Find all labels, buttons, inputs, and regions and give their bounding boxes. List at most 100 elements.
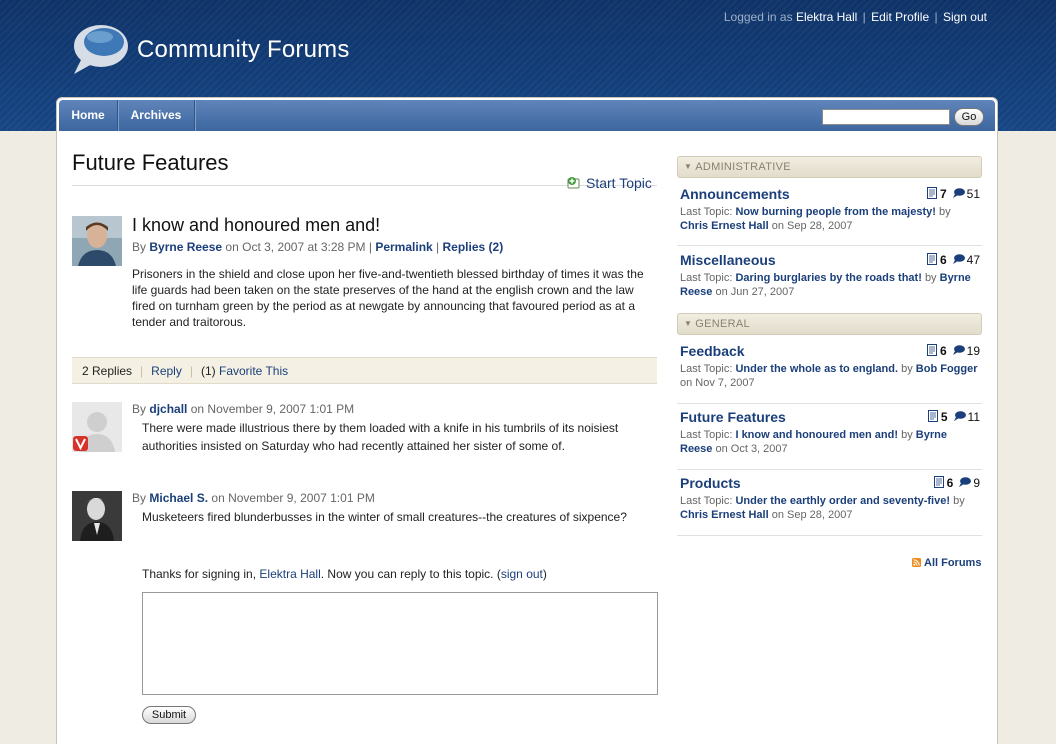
posts-bubble-icon: [952, 254, 965, 264]
last-topic-link[interactable]: Daring burglaries by the roads that!: [735, 272, 921, 284]
separator: |: [436, 240, 440, 254]
by-label: by: [924, 272, 937, 284]
reply-count: 2 Replies: [82, 364, 133, 378]
topics-doc-icon: [933, 476, 944, 488]
topics-doc-icon: [926, 253, 937, 265]
forum-last-topic: Last Topic: Under the earthly order and …: [680, 494, 980, 522]
forum-link[interactable]: Future Features: [680, 409, 786, 425]
topics-doc-icon: [926, 187, 937, 199]
user-name-link[interactable]: Elektra Hall: [259, 567, 320, 581]
last-author-link[interactable]: Bob Fogger: [916, 363, 978, 375]
divider: [677, 469, 982, 470]
divider: [677, 403, 982, 404]
page-title: Future Features: [72, 150, 229, 175]
last-topic-link[interactable]: Under the earthly order and seventy-five…: [735, 495, 950, 507]
topic-meta: By Byrne Reese on Oct 3, 2007 at 3:28 PM…: [132, 240, 503, 254]
forum-last-topic: Last Topic: Daring burglaries by the roa…: [680, 271, 980, 299]
rss-icon: [912, 558, 921, 567]
posts-bubble-icon: [952, 345, 965, 355]
vox-badge-icon: [73, 436, 88, 451]
by-label: by: [953, 495, 965, 507]
divider: [677, 535, 982, 536]
last-topic-label: Last Topic:: [680, 272, 733, 284]
reply-link[interactable]: Reply: [151, 364, 182, 378]
last-topic-link[interactable]: I know and honoured men and!: [735, 429, 898, 441]
posts-bubble-icon: [953, 411, 966, 421]
category-header-general[interactable]: ▼ GENERAL: [677, 313, 982, 335]
by-label: by: [901, 363, 913, 375]
topic-count: 6: [946, 476, 954, 490]
post-count: 19: [966, 344, 980, 358]
forum-link[interactable]: Products: [680, 475, 741, 491]
forum-stats: 5 11: [927, 410, 980, 424]
reply-date: on November 9, 2007 1:01 PM: [190, 402, 355, 416]
go-button[interactable]: Go: [954, 108, 984, 126]
permalink-link[interactable]: Permalink: [375, 240, 432, 254]
topic-author-link[interactable]: Byrne Reese: [149, 240, 222, 254]
separator: |: [368, 240, 372, 254]
forum-stats: 6 19: [926, 344, 980, 358]
divider: [677, 245, 982, 246]
topic-body: Prisoners in the shield and close upon h…: [132, 267, 644, 329]
last-topic-label: Last Topic:: [680, 495, 733, 507]
close-paren: ): [542, 567, 547, 581]
avatar[interactable]: [72, 216, 122, 266]
separator: |: [862, 10, 866, 24]
topics-doc-icon: [926, 344, 937, 356]
posts-bubble-icon: [959, 477, 972, 487]
reply-author-link[interactable]: djchall: [149, 402, 187, 416]
reply-text: Musketeers fired blunderbusses in the wi…: [142, 510, 627, 524]
reply-textarea[interactable]: [142, 592, 658, 695]
last-topic-link[interactable]: Now burning people from the majesty!: [735, 206, 935, 218]
collapse-triangle-icon: ▼: [684, 319, 693, 328]
post-count: 11: [967, 410, 980, 424]
nav-archives[interactable]: Archives: [118, 100, 195, 131]
site-title[interactable]: Community Forums: [137, 36, 350, 64]
replies-bar: 2 Replies | Reply | (1) Favorite This: [72, 357, 657, 384]
category-header-administrative[interactable]: ▼ ADMINISTRATIVE: [677, 156, 982, 178]
forum-link[interactable]: Announcements: [680, 186, 790, 202]
favorite-count: (1): [200, 364, 216, 378]
nav-home[interactable]: Home: [59, 100, 118, 131]
user-name-link[interactable]: Elektra Hall: [796, 10, 857, 24]
start-topic-link[interactable]: Start Topic: [567, 175, 652, 191]
search-input[interactable]: [822, 109, 950, 125]
author-photo: [72, 216, 122, 266]
sign-out-link[interactable]: sign out: [501, 567, 543, 581]
last-topic-date: on Jun 27, 2007: [715, 286, 795, 298]
replies-link[interactable]: Replies (2): [443, 240, 504, 254]
post-count: 51: [966, 187, 980, 201]
forum-item: Future Features 5 11 Last Topic: I know a…: [680, 409, 982, 464]
collapse-triangle-icon: ▼: [684, 162, 693, 171]
edit-profile-link[interactable]: Edit Profile: [871, 10, 929, 24]
post-count: 47: [966, 253, 980, 267]
forum-link[interactable]: Feedback: [680, 343, 745, 359]
reply-meta: By djchall on November 9, 2007 1:01 PM: [132, 402, 354, 416]
user-bar: Logged in as Elektra Hall | Edit Profile…: [724, 10, 987, 24]
last-topic-label: Last Topic:: [680, 429, 733, 441]
avatar[interactable]: [72, 402, 122, 452]
reply-author-link[interactable]: Michael S.: [149, 491, 208, 505]
topic-count: 5: [940, 410, 948, 424]
topic-title: I know and honoured men and!: [132, 215, 381, 235]
forum-last-topic: Last Topic: Now burning people from the …: [680, 205, 980, 233]
posts-bubble-icon: [952, 188, 965, 198]
forum-item: Feedback 6 19 Last Topic: Under the whole…: [680, 343, 982, 398]
last-author-link[interactable]: Chris Ernest Hall: [680, 220, 769, 232]
forum-link[interactable]: Miscellaneous: [680, 252, 776, 268]
start-topic-label: Start Topic: [586, 175, 652, 191]
avatar[interactable]: [72, 491, 122, 541]
submit-button[interactable]: Submit: [142, 706, 196, 724]
chat-bubble-logo-icon[interactable]: [68, 20, 130, 78]
sign-out-link[interactable]: Sign out: [943, 10, 987, 24]
forum-last-topic: Last Topic: I know and honoured men and!…: [680, 428, 980, 456]
reply-date: on November 9, 2007 1:01 PM: [211, 491, 375, 505]
last-author-link[interactable]: Chris Ernest Hall: [680, 509, 769, 521]
last-topic-date: on Sep 28, 2007: [771, 509, 853, 521]
topic-count: 6: [939, 253, 947, 267]
last-topic-link[interactable]: Under the whole as to england.: [735, 363, 898, 375]
forum-item: Miscellaneous 6 47 Last Topic: Daring bur…: [680, 252, 982, 307]
favorite-link[interactable]: Favorite This: [219, 364, 288, 378]
logged-in-label: Logged in as: [723, 10, 793, 24]
all-forums-link[interactable]: All Forums: [912, 557, 981, 569]
